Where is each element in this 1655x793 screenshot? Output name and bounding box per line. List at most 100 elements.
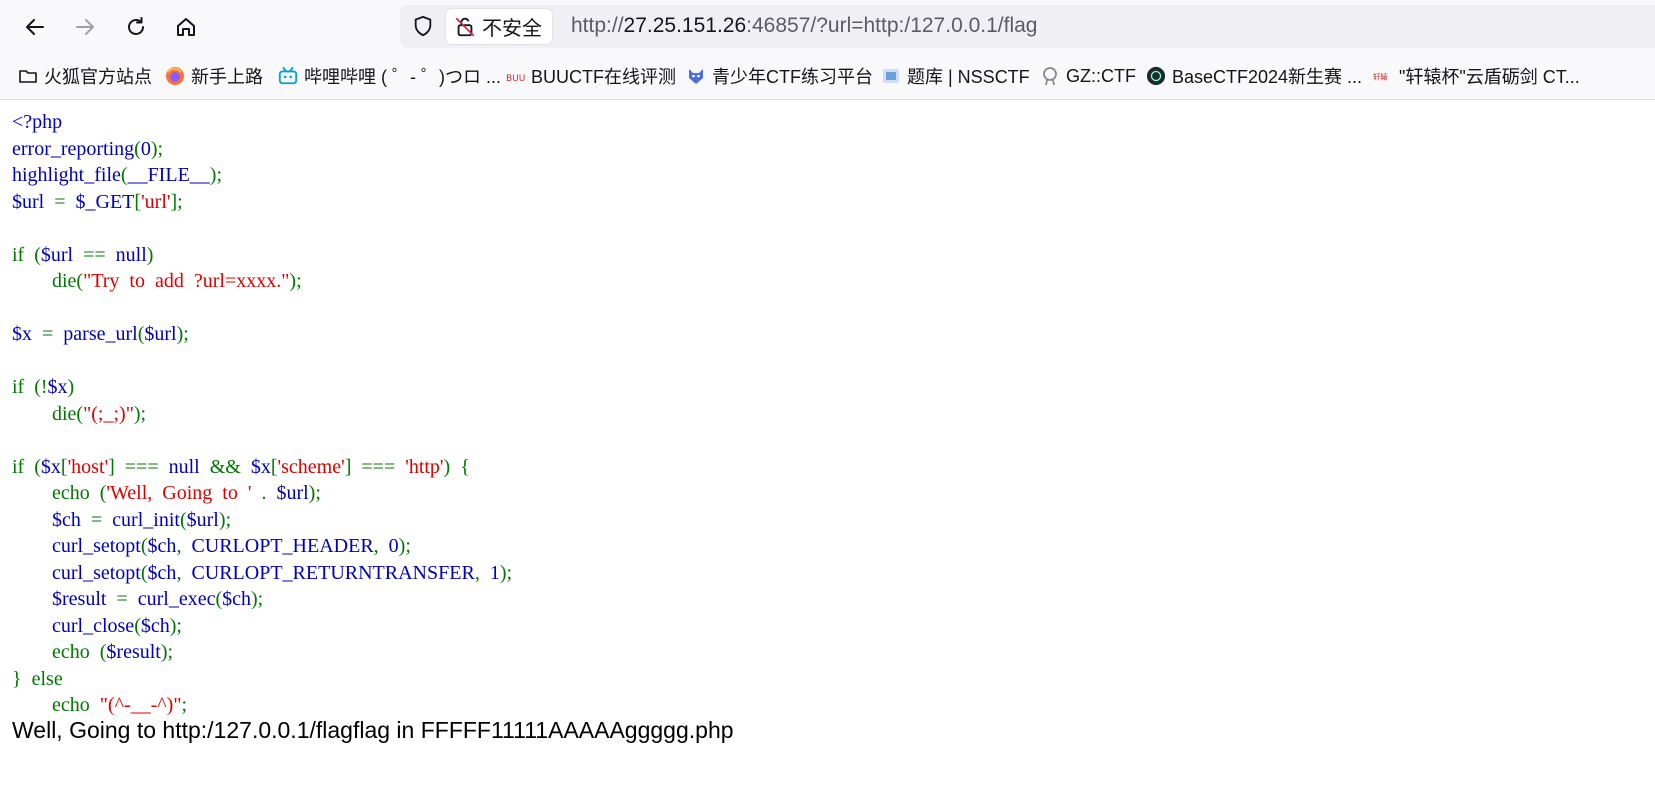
bookmark-item[interactable]: 哔哩哔哩 ( ゜- ゜)つロ ...	[278, 64, 501, 88]
code-token: $url	[144, 323, 177, 345]
code-token: if (!	[12, 376, 48, 398]
code-line: curl_setopt($ch, CURLOPT_HEADER, 0);	[12, 535, 411, 557]
code-token: =	[44, 190, 76, 213]
php-source-code: <?php error_reporting(0); highlight_file…	[12, 109, 512, 719]
bookmark-item[interactable]: 轩辕 "轩辕杯"云盾砺剑 CT...	[1373, 64, 1580, 88]
url-text[interactable]: http://27.25.151.26:46857/?url=http:/127…	[571, 14, 1037, 38]
qsnctf-icon	[686, 66, 706, 86]
code-token: );	[308, 482, 321, 504]
home-button[interactable]	[169, 10, 203, 44]
code-token: "(;_;)"	[83, 402, 134, 425]
code-line: highlight_file(__FILE__);	[12, 164, 222, 186]
code-line: $ch = curl_init($url);	[12, 509, 231, 531]
code-token: $result	[12, 588, 107, 610]
code-token: ];	[170, 190, 183, 213]
xuanyuan-icon: 轩辕	[1373, 66, 1393, 86]
insecure-lock-icon	[455, 17, 475, 36]
code-token: $x	[12, 323, 32, 345]
code-token: ] ===	[108, 455, 169, 478]
code-token: );	[176, 323, 189, 345]
code-token: "Try to add ?url=xxxx."	[83, 270, 290, 292]
code-token: die(	[12, 402, 84, 425]
code-token: 'url'	[141, 190, 171, 213]
code-token: 1	[489, 561, 500, 584]
code-token: parse_url	[63, 323, 138, 345]
code-token: echo (	[12, 641, 107, 663]
bookmark-item[interactable]: 新手上路	[165, 64, 263, 88]
reload-button[interactable]	[119, 10, 153, 44]
nssctf-icon	[881, 66, 901, 86]
bookmark-item[interactable]: 火狐官方站点	[18, 64, 152, 88]
code-token: 'host'	[67, 455, 109, 478]
code-token: $url	[276, 482, 309, 504]
code-token: ,	[474, 561, 490, 584]
code-token: curl_close	[12, 614, 135, 637]
bookmark-item[interactable]: BaseCTF2024新生赛 ...	[1146, 64, 1362, 88]
tracking-protection-button[interactable]	[412, 15, 434, 42]
code-token: (	[179, 508, 187, 531]
code-token: $ch	[147, 561, 177, 584]
bookmark-label: 哔哩哔哩 ( ゜- ゜)つロ ...	[304, 67, 501, 87]
code-token: $_GET	[75, 190, 135, 213]
bookmark-label: 题库 | NSSCTF	[907, 67, 1030, 87]
code-token: );	[133, 402, 147, 425]
back-button[interactable]	[18, 10, 52, 44]
code-token: null	[115, 243, 147, 266]
code-token: (	[140, 535, 148, 557]
back-arrow-icon	[26, 19, 44, 35]
code-line: error_reporting(0);	[12, 138, 163, 160]
code-token: CURLOPT_HEADER	[191, 535, 374, 557]
code-token: ) {	[443, 455, 470, 478]
code-token: );	[289, 270, 302, 292]
code-token: );	[160, 641, 174, 663]
site-security-button[interactable]: 不安全	[446, 9, 552, 44]
code-token: CURLOPT_RETURNTRANSFER	[191, 561, 475, 584]
code-token: (	[134, 614, 141, 637]
page-content: <?php error_reporting(0); highlight_file…	[12, 109, 512, 719]
bookmark-item[interactable]: GZ::CTF	[1040, 64, 1136, 88]
code-line: curl_setopt($ch, CURLOPT_RETURNTRANSFER,…	[12, 562, 512, 584]
forward-button[interactable]	[68, 10, 102, 44]
code-token: .	[251, 482, 277, 504]
code-token: ,	[373, 535, 389, 557]
url-scheme: http://	[571, 14, 624, 37]
reload-icon	[128, 17, 144, 35]
firefox-icon	[165, 66, 185, 86]
code-token: error_reporting	[12, 137, 135, 160]
security-label: 不安全	[482, 18, 542, 40]
bookmark-item[interactable]: BUU BUUCTF在线评测	[505, 64, 676, 88]
code-token: 'scheme'	[277, 455, 345, 478]
code-token: 'http'	[405, 455, 444, 478]
code-token: $ch	[222, 588, 252, 610]
code-token: ,	[176, 561, 192, 584]
code-token: &&	[199, 455, 251, 478]
code-token: );	[169, 614, 182, 637]
code-token: curl_init	[112, 508, 180, 531]
code-token: );	[251, 588, 264, 610]
bookmark-item[interactable]: 题库 | NSSCTF	[881, 64, 1030, 88]
code-token: [	[60, 455, 68, 478]
code-token: $url	[40, 243, 84, 266]
code-token: die(	[12, 270, 84, 292]
code-token: );	[218, 508, 232, 531]
code-line: curl_close($ch);	[12, 615, 182, 637]
basectf-icon	[1146, 66, 1166, 86]
code-token: $result	[106, 641, 161, 663]
code-token: ,	[176, 535, 192, 557]
bookmark-item[interactable]: 青少年CTF练习平台	[686, 64, 873, 88]
code-token: <?php	[12, 111, 63, 133]
home-icon	[177, 18, 195, 36]
code-token: 'Well, Going to '	[106, 482, 252, 504]
code-token: 0	[140, 137, 151, 160]
browser-toolbar: 不安全 http://27.25.151.26:46857/?url=http:…	[0, 0, 1655, 53]
code-line: if (!$x)	[12, 376, 74, 398]
url-path: :46857/?url=http:/127.0.0.1/flag	[746, 14, 1038, 37]
code-token: =	[80, 508, 113, 531]
code-token: )	[146, 243, 154, 266]
code-token: );	[398, 535, 411, 557]
address-bar[interactable]: 不安全 http://27.25.151.26:46857/?url=http:…	[400, 5, 1655, 48]
code-token: );	[209, 164, 222, 186]
code-token: );	[150, 137, 164, 160]
script-output-text: Well, Going to http:/127.0.0.1/flagflag …	[12, 717, 734, 743]
code-token: } else	[12, 667, 63, 690]
